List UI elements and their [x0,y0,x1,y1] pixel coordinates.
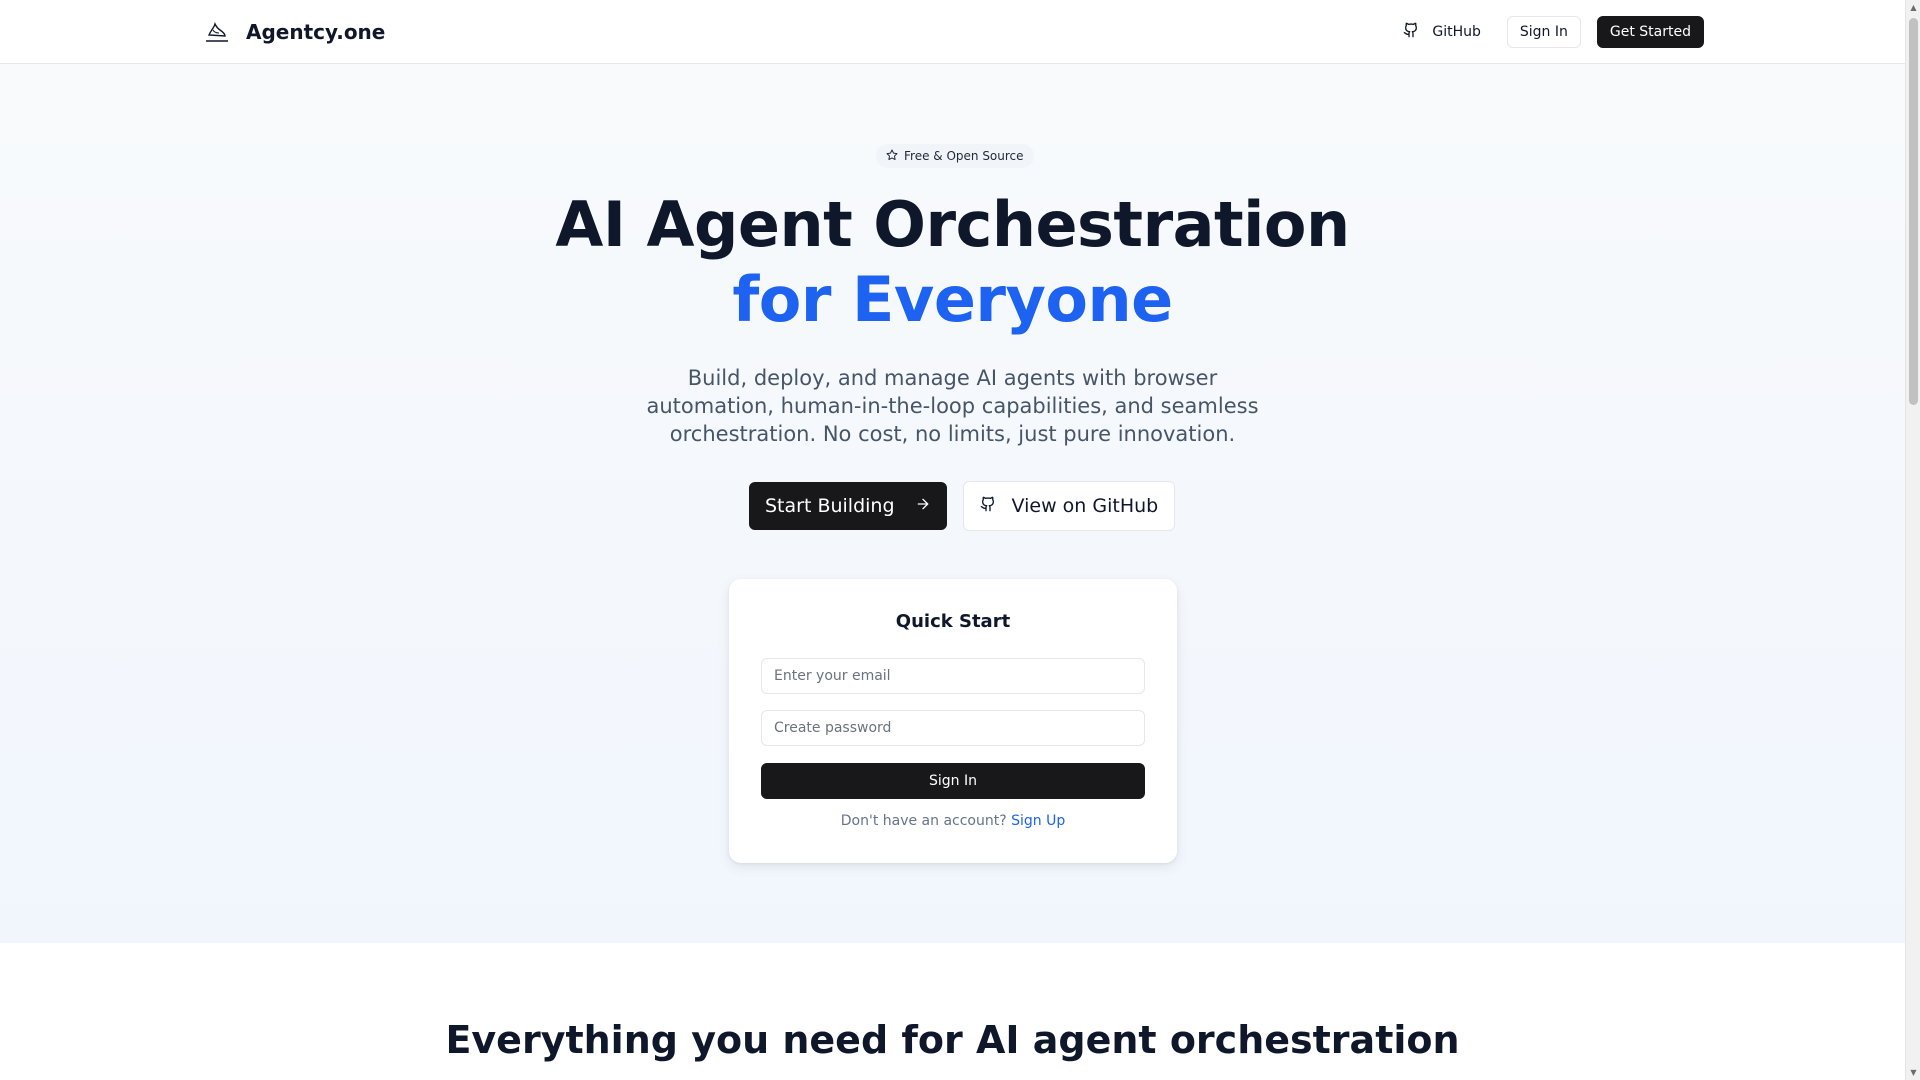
github-icon [1403,22,1419,42]
header-actions: GitHub Sign In Get Started [1389,16,1704,48]
hero-section: Free & Open Source AI Agent Orchestratio… [0,64,1905,943]
star-icon [886,149,898,164]
github-nav-label: GitHub [1432,24,1481,40]
hero-subtitle: Build, deploy, and manage AI agents with… [646,366,1259,446]
page: Agentcy.one GitHub Sign In Get Started F… [0,0,1905,1080]
agentcy-logo-icon [202,18,232,46]
features-title: Everything you need for AI agent orchest… [445,1018,1460,1062]
start-building-label: Start Building [765,495,895,517]
github-nav-link[interactable]: GitHub [1389,16,1495,48]
hero-title: AI Agent Orchestration [555,188,1350,261]
quick-start-card: Quick Start Sign In Don't have an accoun… [729,579,1177,863]
no-account-text: Don't have an account? [840,813,1007,829]
scroll-up-icon[interactable]: ▲ [1906,0,1920,15]
top-navbar: Agentcy.one GitHub Sign In Get Started [0,0,1905,64]
view-on-github-button[interactable]: View on GitHub [962,481,1176,531]
signup-prompt: Don't have an account? Sign Up [729,813,1177,829]
sign-up-link[interactable]: Sign Up [1011,813,1065,829]
quick-start-title: Quick Start [895,611,1011,632]
start-building-button[interactable]: Start Building [749,482,947,530]
hero-title-highlight: for Everyone [732,263,1173,336]
view-on-github-label: View on GitHub [1011,495,1159,517]
hero-cta-group: Start Building View on GitHub [749,481,1176,531]
badge-label: Free & Open Source [904,149,1024,163]
open-source-badge: Free & Open Source [876,144,1034,168]
vertical-scrollbar[interactable]: ▲ ▼ [1905,0,1920,1080]
email-field[interactable] [761,658,1145,694]
get-started-button[interactable]: Get Started [1596,16,1704,48]
quick-start-sign-in-button[interactable]: Sign In [761,763,1145,799]
scroll-down-icon[interactable]: ▼ [1906,1065,1920,1080]
scrollbar-thumb[interactable] [1909,18,1918,405]
brand[interactable]: Agentcy.one [202,18,385,46]
arrow-right-icon [915,495,931,517]
header-sign-in-button[interactable]: Sign In [1506,16,1581,48]
password-field[interactable] [761,710,1145,746]
github-icon [980,495,996,517]
brand-name: Agentcy.one [246,20,386,44]
